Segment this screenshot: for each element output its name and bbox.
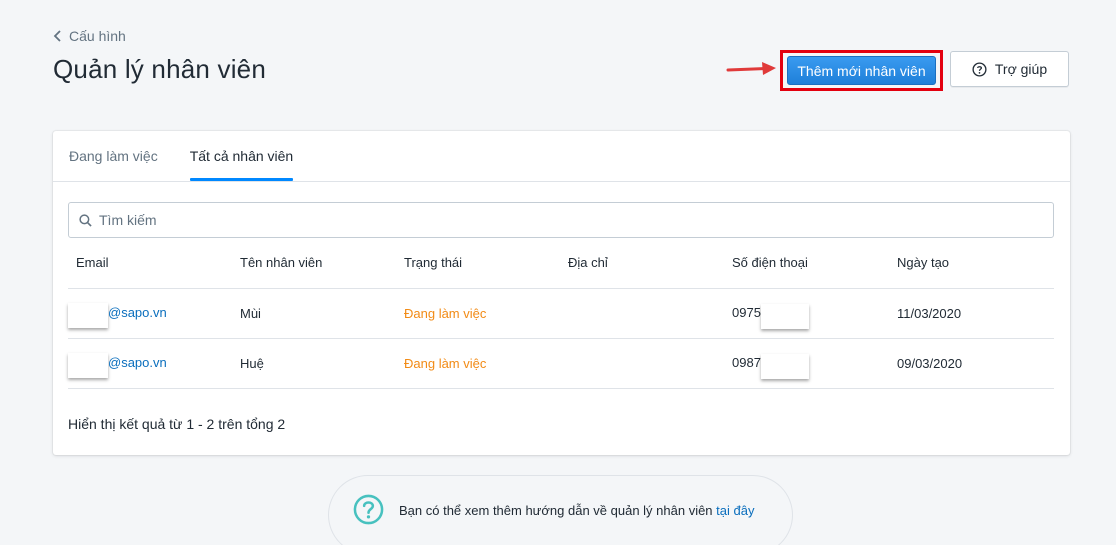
status-cell: Đang làm việc [396, 338, 560, 389]
column-header-phone: Số điện thoại [724, 238, 889, 289]
name-cell: Mùi [232, 288, 396, 339]
created-date-cell: 09/03/2020 [889, 338, 1054, 389]
phone-cell: 0987 [724, 338, 889, 389]
add-employee-button[interactable]: Thêm mới nhân viên [787, 56, 936, 85]
column-header-status: Trạng thái [396, 238, 560, 289]
tab-bar: Đang làm việc Tất cả nhân viên [53, 131, 1070, 182]
name-cell: Huệ [232, 338, 396, 389]
email-cell[interactable]: @sapo.vn [68, 288, 232, 339]
add-employee-highlight: Thêm mới nhân viên [780, 50, 943, 91]
status-cell: Đang làm việc [396, 288, 560, 339]
column-header-created: Ngày tạo [889, 238, 1054, 289]
column-header-name: Tên nhân viên [232, 238, 396, 289]
phone-text: 0975 [732, 304, 761, 320]
page-title: Quản lý nhân viên [53, 54, 266, 84]
pagination-summary: Hiển thị kết quả từ 1 - 2 trên tổng 2 [68, 416, 286, 432]
search-icon [79, 213, 92, 227]
table-row[interactable]: @sapo.vn Mùi Đang làm việc 0975 11/03/20… [68, 288, 1054, 339]
redacted-block [68, 302, 108, 328]
arrow-right-icon [726, 62, 776, 75]
tab-all-employees[interactable]: Tất cả nhân viên [189, 131, 293, 181]
employee-table: Email Tên nhân viên Trạng thái Địa chỉ S… [68, 238, 1054, 389]
created-date-cell: 11/03/2020 [889, 288, 1054, 339]
redacted-block [760, 353, 809, 379]
help-banner: Bạn có thể xem thêm hướng dẫn về quản lý… [328, 475, 793, 545]
phone-cell: 0975 [724, 288, 889, 339]
back-link-label: Cấu hình [69, 28, 126, 44]
back-link[interactable]: Cấu hình [53, 28, 126, 44]
help-button-label: Trợ giúp [994, 61, 1048, 77]
email-link[interactable]: @sapo.vn [108, 304, 167, 319]
tab-working[interactable]: Đang làm việc [69, 131, 158, 181]
help-button[interactable]: Trợ giúp [950, 51, 1069, 87]
chevron-left-icon [53, 30, 61, 42]
redacted-block [68, 352, 108, 378]
help-banner-message: Bạn có thể xem thêm hướng dẫn về quản lý… [399, 503, 717, 518]
address-cell [560, 338, 724, 389]
email-link[interactable]: @sapo.vn [108, 354, 167, 369]
search-input[interactable] [99, 212, 999, 228]
address-cell [560, 288, 724, 339]
help-banner-link[interactable]: tại đây [716, 503, 754, 518]
email-cell[interactable]: @sapo.vn [68, 338, 232, 389]
phone-text: 0987 [732, 354, 761, 370]
employee-card: Đang làm việc Tất cả nhân viên Email Tên… [53, 131, 1070, 455]
column-header-email: Email [68, 238, 232, 289]
help-circle-icon [972, 61, 987, 77]
help-banner-text: Bạn có thể xem thêm hướng dẫn về quản lý… [399, 494, 754, 518]
search-box [68, 202, 1054, 238]
table-header-row: Email Tên nhân viên Trạng thái Địa chỉ S… [68, 238, 1054, 289]
table-row[interactable]: @sapo.vn Huệ Đang làm việc 0987 09/03/20… [68, 338, 1054, 389]
redacted-block [760, 303, 809, 329]
column-header-address: Địa chỉ [560, 238, 724, 289]
question-circle-icon [353, 494, 384, 525]
